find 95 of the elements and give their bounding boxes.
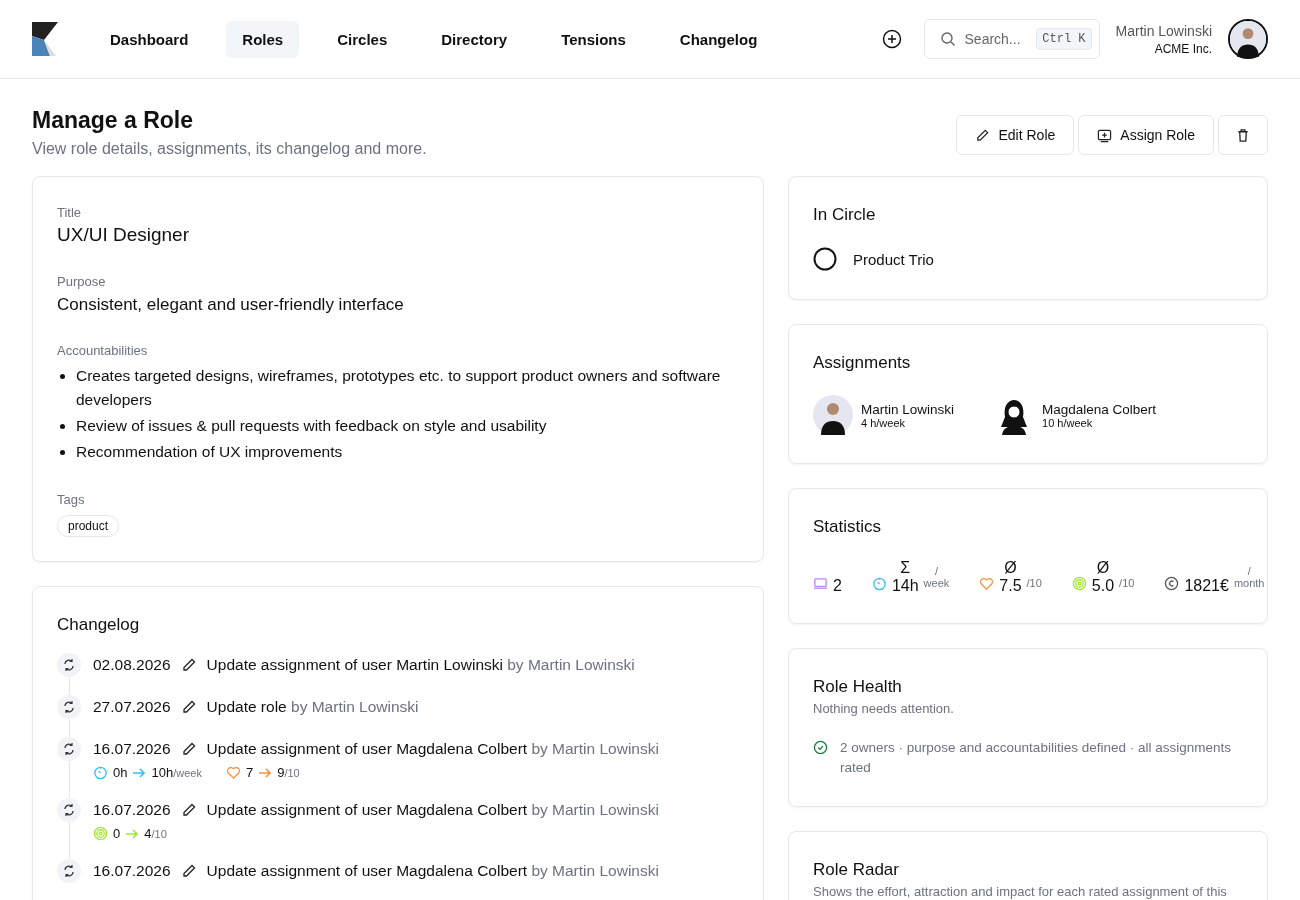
card-title: Changelog bbox=[57, 615, 141, 635]
entry-date: 16.07.2026 bbox=[93, 862, 171, 880]
copyright-icon bbox=[1164, 576, 1180, 591]
stat-unit: month bbox=[1233, 577, 1265, 589]
add-icon[interactable] bbox=[881, 29, 902, 49]
pencil-icon bbox=[180, 657, 197, 673]
stat-value: 5.0 bbox=[1091, 577, 1115, 595]
stat-value: 1821€ bbox=[1184, 577, 1229, 595]
stat-value: 7.5 bbox=[999, 577, 1022, 595]
circle-name[interactable]: Product Trio bbox=[853, 250, 934, 268]
entry-date: 02.08.2026 bbox=[93, 656, 171, 674]
person-name[interactable]: Martin Lowinski bbox=[861, 401, 955, 417]
assign-role-button[interactable]: Assign Role bbox=[1078, 115, 1214, 155]
entry-text: Update role by Martin Lowinski bbox=[206, 698, 419, 716]
stat-unit: /10 bbox=[1026, 577, 1042, 589]
card-title: Role Health bbox=[813, 677, 903, 697]
nav-tab[interactable]: Circles bbox=[321, 20, 404, 58]
entry-text: Update assignment of user Martin Lowinski by Martin Lowinski bbox=[206, 656, 635, 674]
card-title: In Circle bbox=[813, 205, 877, 225]
pencil-icon bbox=[180, 802, 197, 818]
shortcut-key: Ctrl K bbox=[1036, 28, 1092, 50]
target-icon bbox=[93, 826, 108, 841]
card-subtitle: Nothing needs attention. bbox=[813, 701, 955, 716]
person-name[interactable]: Magdalena Colbert bbox=[1042, 401, 1157, 417]
company-name: ACME Inc. bbox=[1154, 41, 1212, 56]
nav-tab[interactable]: Tensions bbox=[545, 20, 642, 58]
timer-icon bbox=[93, 765, 108, 780]
change-to: 9/10 bbox=[277, 765, 300, 780]
change-from: 7 bbox=[245, 765, 254, 780]
field-label: Accountabilities bbox=[57, 343, 149, 358]
entry-text: Update assignment of user Magdalena Colbert by Martin Lowinski bbox=[206, 862, 659, 880]
heart-icon bbox=[979, 576, 995, 591]
page-title: Manage a Role bbox=[32, 107, 195, 134]
arrow-icon bbox=[258, 766, 273, 779]
entry-text: Update assignment of user Magdalena Colbert by Martin Lowinski bbox=[206, 801, 659, 819]
change-from: 0h bbox=[113, 765, 128, 780]
arrow-icon bbox=[132, 766, 147, 779]
edit-role-button[interactable]: Edit Role bbox=[956, 115, 1075, 155]
timer-icon bbox=[871, 576, 887, 591]
entry-text: Update assignment of user Magdalena Colbert by Martin Lowinski bbox=[206, 740, 659, 758]
page-subtitle: View role details, assignments, its changelog and more. bbox=[32, 140, 427, 158]
pencil-icon bbox=[975, 127, 991, 143]
role-purpose: Consistent, elegant and user-friendly interface bbox=[57, 295, 405, 315]
bullet-icon bbox=[60, 450, 65, 455]
person-hours: 4 h/week bbox=[861, 416, 907, 429]
role-title: UX/UI Designer bbox=[57, 224, 190, 246]
stat-unit: /10 bbox=[1119, 577, 1135, 589]
entry-date: 16.07.2026 bbox=[93, 801, 171, 819]
person-hours: 10 h/week bbox=[1042, 416, 1093, 429]
pencil-icon bbox=[180, 863, 197, 879]
circle-icon bbox=[813, 247, 837, 271]
change-to: 10h/week bbox=[151, 765, 202, 780]
entry-date: 27.07.2026 bbox=[93, 698, 171, 716]
stat-symbol: Ø bbox=[1004, 559, 1017, 577]
nav-tab[interactable]: Changelog bbox=[663, 20, 774, 58]
card-title: Role Radar bbox=[813, 860, 900, 880]
card-title: Assignments bbox=[813, 353, 912, 373]
pencil-icon bbox=[180, 741, 197, 757]
nav-tab[interactable]: Dashboard bbox=[94, 20, 205, 58]
plus-box-icon bbox=[1097, 127, 1113, 143]
stat-value: 14h bbox=[891, 577, 919, 595]
target-icon bbox=[1071, 576, 1087, 591]
bullet-icon bbox=[60, 374, 65, 379]
nav-tab[interactable]: Roles bbox=[226, 20, 300, 58]
field-label: Purpose bbox=[57, 274, 107, 289]
laptop-icon bbox=[813, 576, 828, 591]
avatar-icon bbox=[1230, 21, 1266, 57]
accountability-item: Recommendation of UX improvements bbox=[76, 442, 343, 462]
field-label: Title bbox=[57, 205, 83, 220]
change-from: 0 bbox=[113, 826, 121, 841]
delete-button[interactable] bbox=[1218, 115, 1268, 155]
nav-tab[interactable]: Directory bbox=[425, 20, 524, 58]
entry-date: 16.07.2026 bbox=[93, 740, 171, 758]
stat-value: 2 bbox=[833, 577, 842, 595]
stat-symbol: Ø bbox=[1096, 559, 1110, 577]
change-to: 4/10 bbox=[144, 826, 167, 841]
accountability-item: Review of issues & pull requests with feedback on style and usability bbox=[76, 416, 547, 436]
arrow-icon bbox=[125, 827, 140, 840]
card-title: Statistics bbox=[813, 517, 883, 537]
unit-slash: / bbox=[1247, 565, 1251, 577]
field-label: Tags bbox=[57, 492, 86, 507]
trash-icon bbox=[1236, 127, 1250, 143]
bullet-icon bbox=[60, 424, 65, 429]
unit-slash: / bbox=[934, 565, 938, 577]
search-icon bbox=[939, 31, 956, 47]
heart-icon bbox=[225, 765, 241, 780]
pencil-icon bbox=[180, 699, 197, 715]
stat-symbol: Σ bbox=[900, 559, 911, 577]
accountability-item: Creates targeted designs, wireframes, prototypes etc. to support product owners and software developers bbox=[76, 366, 722, 410]
stat-unit: week bbox=[923, 577, 950, 589]
card-subtitle: Shows the effort, attraction and impact for each rated assignment of this bbox=[813, 884, 1228, 899]
avatar-icon bbox=[813, 395, 853, 435]
user-name: Martin Lowinski bbox=[1115, 22, 1212, 39]
health-message: 2 owners · purpose and accountabilities defined · all assignments rated bbox=[840, 739, 1232, 777]
logo-icon[interactable] bbox=[32, 22, 58, 56]
